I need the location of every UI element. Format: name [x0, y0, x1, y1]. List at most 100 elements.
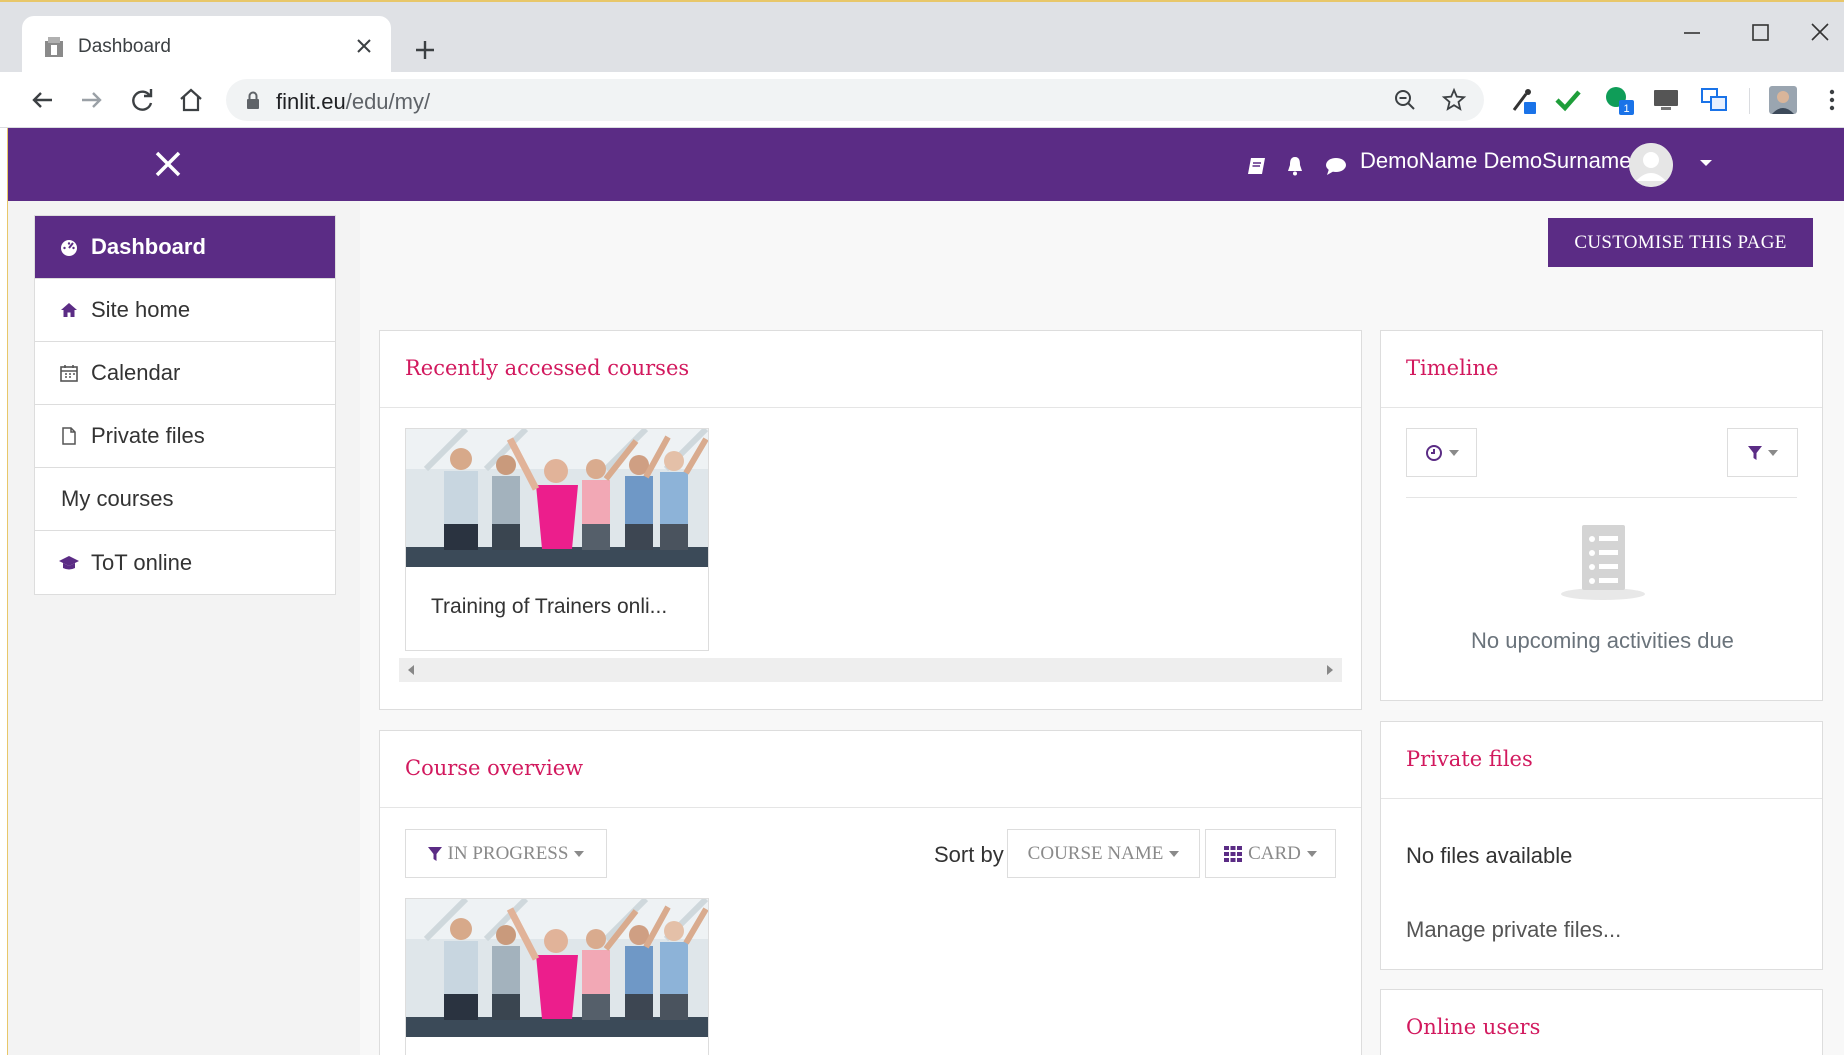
- course-overview-title: Course overview: [405, 756, 584, 780]
- course-image: [406, 429, 708, 567]
- timeline-block: Timeline No upcoming activities due: [1380, 330, 1823, 701]
- monitor-extension-icon[interactable]: [1650, 84, 1682, 116]
- close-drawer-icon[interactable]: [152, 148, 184, 180]
- course-image: [406, 899, 708, 1037]
- drawer-item-label: Private files: [91, 423, 205, 448]
- user-menu-caret-icon[interactable]: [1698, 155, 1714, 171]
- timeline-empty-message: No upcoming activities due: [1471, 628, 1734, 653]
- private-files-title: Private files: [1406, 747, 1533, 771]
- home-icon: [61, 303, 77, 317]
- block-divider: [1381, 407, 1822, 408]
- user-avatar[interactable]: [1629, 143, 1673, 187]
- nav-drawer: Dashboard Site home Calendar Private fil…: [34, 215, 336, 595]
- dashboard-icon: [61, 240, 77, 256]
- sort-by-label: Sort by: [934, 842, 1004, 867]
- file-icon: [62, 427, 76, 445]
- timeline-date-filter-dropdown[interactable]: [1406, 428, 1477, 477]
- home-icon[interactable]: [175, 84, 207, 116]
- caret-down-icon: [1169, 850, 1180, 857]
- sort-dropdown[interactable]: COURSE NAME: [1007, 829, 1200, 878]
- course-photo-icon: [406, 429, 708, 567]
- profile-avatar-icon[interactable]: [1767, 84, 1799, 116]
- drawer-item-calendar[interactable]: Calendar: [35, 342, 335, 405]
- browser-tab-title: Dashboard: [78, 36, 171, 57]
- online-users-title: Online users: [1406, 1015, 1541, 1039]
- toolbar-separator: [1749, 88, 1750, 114]
- page-left-edge: [0, 128, 8, 1055]
- drawer-item-label: Dashboard: [91, 234, 206, 259]
- address-bar[interactable]: finlit.eu/edu/my/: [226, 79, 1484, 121]
- browser-toolbar: finlit.eu/edu/my/ 1: [0, 72, 1844, 128]
- browser-menu-icon[interactable]: [1816, 84, 1844, 116]
- book-icon[interactable]: [1244, 154, 1268, 178]
- course-overview-block: Course overview IN PROGRESS Sort by COUR…: [379, 730, 1362, 1055]
- url-path: /edu/my/: [345, 89, 431, 114]
- zoom-out-icon[interactable]: [1392, 87, 1418, 113]
- horizontal-scrollbar[interactable]: [399, 658, 1342, 682]
- drawer-item-private-files[interactable]: Private files: [35, 405, 335, 468]
- notifications-bell-icon[interactable]: [1283, 154, 1307, 178]
- default-user-icon: [1629, 143, 1673, 187]
- checkmark-extension-icon[interactable]: [1552, 84, 1584, 116]
- browser-tab-dashboard[interactable]: Dashboard: [22, 16, 391, 74]
- drawer-item-label: ToT online: [91, 549, 193, 575]
- bookmark-star-icon[interactable]: [1441, 87, 1467, 113]
- online-users-block: Online users: [1380, 989, 1823, 1055]
- url-host: finlit.eu: [276, 89, 346, 114]
- no-files-message: No files available: [1406, 843, 1573, 868]
- browser-tab-strip: Dashboard: [0, 0, 1844, 74]
- drawer-item-tot-online[interactable]: ToT online: [35, 531, 335, 594]
- scroll-right-icon[interactable]: [1324, 664, 1336, 676]
- user-menu-name[interactable]: DemoName DemoSurname: [1360, 148, 1631, 174]
- drawer-item-label: Site home: [91, 297, 191, 322]
- caret-down-icon: [1306, 850, 1317, 857]
- course-photo-icon: [406, 899, 708, 1037]
- maximize-window-icon[interactable]: [1740, 16, 1780, 50]
- timeline-title: Timeline: [1406, 356, 1499, 380]
- timeline-sort-dropdown[interactable]: [1727, 428, 1798, 477]
- caret-down-icon: [1448, 449, 1459, 456]
- close-window-icon[interactable]: [1800, 16, 1840, 50]
- drawer-item-label: My courses: [61, 486, 174, 511]
- caret-down-icon: [574, 850, 585, 857]
- translate-extension-icon[interactable]: [1698, 84, 1730, 116]
- drawer-item-dashboard[interactable]: Dashboard: [35, 216, 335, 279]
- drawer-item-site-home[interactable]: Site home: [35, 279, 335, 342]
- course-card[interactable]: Training of Trainers onli...: [405, 428, 709, 651]
- messages-icon[interactable]: [1324, 154, 1348, 178]
- new-tab-icon[interactable]: [408, 33, 442, 67]
- block-divider: [380, 407, 1361, 408]
- block-divider: [1381, 798, 1822, 799]
- customise-page-button[interactable]: CUSTOMISE THIS PAGE: [1548, 218, 1813, 267]
- view-dropdown[interactable]: CARD: [1205, 829, 1336, 878]
- color-picker-extension-icon[interactable]: [1508, 84, 1540, 116]
- caret-down-icon: [1767, 449, 1778, 456]
- graduation-cap-icon: [59, 555, 79, 569]
- chat-extension-icon[interactable]: 1: [1603, 84, 1635, 116]
- drawer-item-my-courses[interactable]: My courses: [35, 468, 335, 531]
- filter-label: IN PROGRESS: [447, 842, 569, 864]
- block-divider: [380, 807, 1361, 808]
- private-files-block: Private files No files available Manage …: [1380, 721, 1823, 970]
- close-tab-icon[interactable]: [353, 35, 375, 57]
- extension-badge-count: 1: [1623, 103, 1629, 115]
- manage-private-files-link[interactable]: Manage private files...: [1406, 917, 1621, 943]
- grid-icon: [1224, 845, 1243, 862]
- recent-courses-title: Recently accessed courses: [405, 356, 690, 380]
- reload-icon[interactable]: [126, 84, 158, 116]
- minimize-window-icon[interactable]: [1672, 16, 1712, 50]
- filter-icon: [1747, 445, 1762, 460]
- forward-arrow-icon[interactable]: [76, 84, 108, 116]
- course-name[interactable]: Training of Trainers onli...: [431, 595, 667, 619]
- recent-courses-block: Recently accessed courses Training of Tr…: [379, 330, 1362, 710]
- course-card[interactable]: [405, 898, 709, 1055]
- timeline-divider: [1406, 497, 1797, 498]
- back-arrow-icon[interactable]: [26, 84, 58, 116]
- course-filter-dropdown[interactable]: IN PROGRESS: [405, 829, 607, 878]
- lock-icon: [247, 91, 259, 109]
- site-navbar: DemoName DemoSurname: [8, 128, 1844, 201]
- clock-icon: [1425, 444, 1442, 461]
- calendar-icon: [60, 365, 78, 382]
- scroll-left-icon[interactable]: [405, 664, 417, 676]
- view-label: CARD: [1248, 842, 1301, 864]
